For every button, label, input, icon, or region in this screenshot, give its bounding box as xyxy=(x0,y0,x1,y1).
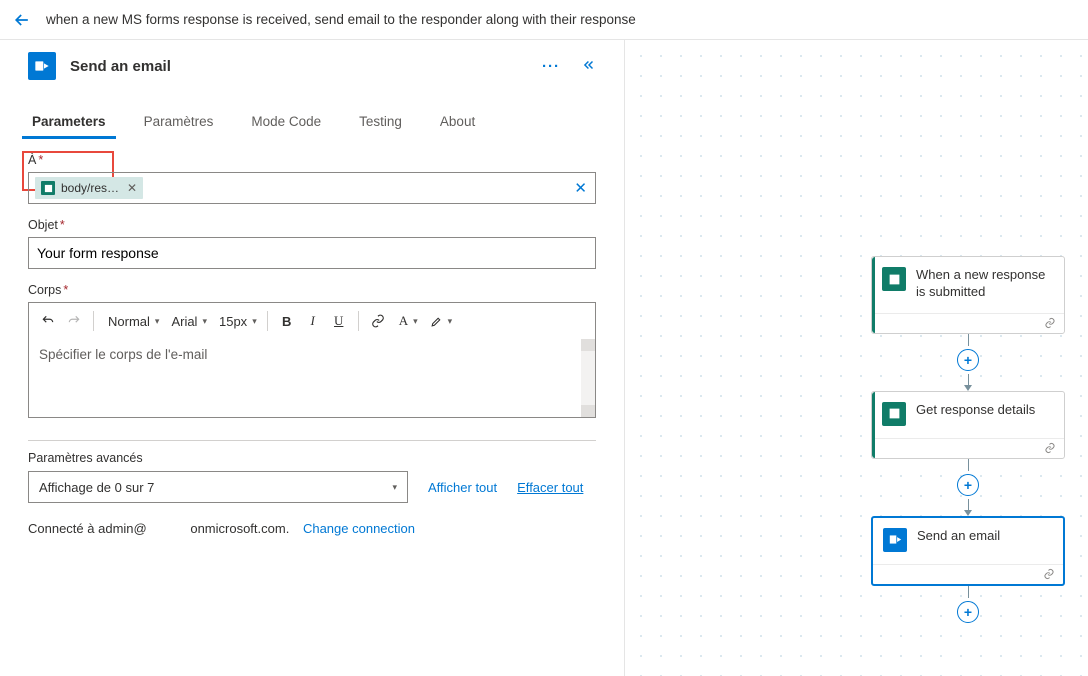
subject-input[interactable] xyxy=(28,237,596,269)
top-header: when a new MS forms response is received… xyxy=(0,0,1088,40)
forms-icon xyxy=(882,267,906,291)
dynamic-token[interactable]: body/res… ✕ xyxy=(35,177,143,199)
change-connection-link[interactable]: Change connection xyxy=(303,521,415,536)
token-remove-icon[interactable]: ✕ xyxy=(127,181,137,195)
collapse-panel-icon[interactable] xyxy=(582,58,596,75)
connection-domain: onmicrosoft.com. xyxy=(190,521,289,536)
tab-parametres[interactable]: Paramètres xyxy=(134,106,224,139)
flow-canvas[interactable]: When a new response is submitted + Get r… xyxy=(625,40,1088,676)
flow-title: when a new MS forms response is received… xyxy=(46,12,636,27)
advanced-label: Paramètres avancés xyxy=(28,451,596,465)
node-details-title: Get response details xyxy=(916,402,1035,419)
link-icon xyxy=(1044,317,1056,329)
forms-token-icon xyxy=(41,181,55,195)
connection-row: Connecté à admin@ onmicrosoft.com. Chang… xyxy=(28,521,596,536)
chevron-down-icon: ▾ xyxy=(392,482,397,493)
body-editor: Normal▾ Arial▾ 15px▾ B I U A▾ ▾ Spécifie… xyxy=(28,302,596,418)
editor-toolbar: Normal▾ Arial▾ 15px▾ B I U A▾ ▾ xyxy=(29,303,595,339)
tab-testing[interactable]: Testing xyxy=(349,106,412,139)
node-trigger-title: When a new response is submitted xyxy=(916,267,1054,301)
size-dropdown[interactable]: 15px▾ xyxy=(213,308,259,334)
clear-input-icon[interactable]: ✕ xyxy=(574,179,587,197)
node-get-details[interactable]: Get response details xyxy=(871,391,1065,459)
italic-icon[interactable]: I xyxy=(302,308,324,334)
clear-all-link[interactable]: Effacer tout xyxy=(517,480,583,495)
link-icon[interactable] xyxy=(367,308,389,334)
show-all-link[interactable]: Afficher tout xyxy=(428,480,497,495)
style-dropdown[interactable]: Normal▾ xyxy=(102,308,161,334)
scrollbar[interactable] xyxy=(581,339,595,417)
underline-icon[interactable]: U xyxy=(328,308,350,334)
forms-icon xyxy=(882,402,906,426)
link-icon xyxy=(1044,442,1056,454)
node-trigger[interactable]: When a new response is submitted xyxy=(871,256,1065,334)
config-panel: Send an email ··· Parameters Paramètres … xyxy=(0,40,625,676)
add-step-button[interactable]: + xyxy=(957,474,979,496)
highlight-icon[interactable]: ▾ xyxy=(424,308,455,334)
tab-bar: Parameters Paramètres Mode Code Testing … xyxy=(0,106,624,139)
undo-icon[interactable] xyxy=(37,308,59,334)
tab-code[interactable]: Mode Code xyxy=(241,106,331,139)
link-icon xyxy=(1043,568,1055,580)
back-arrow-icon[interactable] xyxy=(12,10,32,30)
tab-parameters[interactable]: Parameters xyxy=(22,106,116,139)
node-email-title: Send an email xyxy=(917,528,1000,545)
advanced-select[interactable]: Affichage de 0 sur 7 ▾ xyxy=(28,471,408,503)
node-send-email[interactable]: Send an email xyxy=(871,516,1065,586)
to-label: À* xyxy=(28,153,596,167)
outlook-icon xyxy=(28,52,56,80)
body-textarea[interactable]: Spécifier le corps de l'e-mail xyxy=(29,339,595,417)
connection-prefix: Connecté à admin@ xyxy=(28,521,147,536)
redo-icon[interactable] xyxy=(63,308,85,334)
font-color-icon[interactable]: A▾ xyxy=(393,308,420,334)
body-placeholder: Spécifier le corps de l'e-mail xyxy=(39,347,207,362)
to-input[interactable]: body/res… ✕ ✕ xyxy=(28,172,596,204)
action-title: Send an email xyxy=(70,58,542,75)
token-text: body/res… xyxy=(61,181,119,195)
body-label: Corps* xyxy=(28,283,596,297)
add-step-button[interactable]: + xyxy=(957,601,979,623)
subject-label: Objet* xyxy=(28,218,596,232)
tab-about[interactable]: About xyxy=(430,106,485,139)
bold-icon[interactable]: B xyxy=(276,308,298,334)
add-step-button[interactable]: + xyxy=(957,349,979,371)
more-options-icon[interactable]: ··· xyxy=(542,58,560,75)
font-dropdown[interactable]: Arial▾ xyxy=(165,308,209,334)
subject-input-field[interactable] xyxy=(37,245,587,261)
outlook-icon xyxy=(883,528,907,552)
